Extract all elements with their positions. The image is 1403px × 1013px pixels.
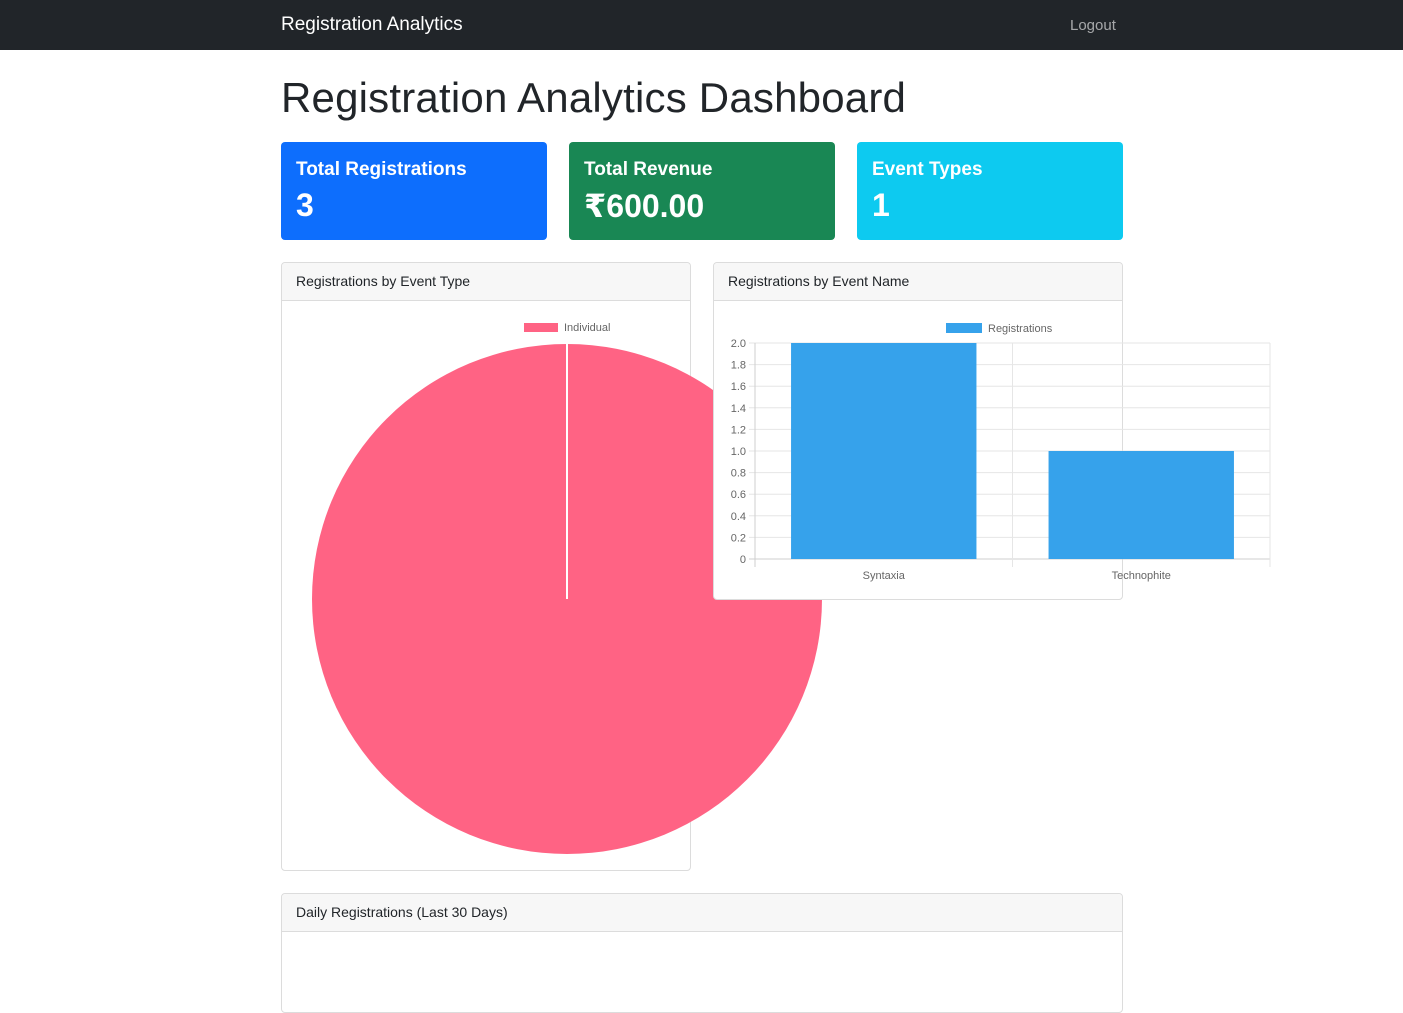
y-tick-label: 1.6 [731,381,746,393]
y-tick-label: 0.4 [731,511,746,523]
x-tick-label: Technophite [1112,570,1171,582]
y-tick-label: 1.0 [731,446,746,458]
bar-legend-swatch[interactable] [946,323,982,333]
y-tick-label: 0.6 [731,489,746,501]
y-tick-label: 0.8 [731,468,746,480]
y-tick-label: 1.8 [731,360,746,372]
y-tick-label: 2.0 [731,338,746,350]
bar[interactable] [1048,451,1234,559]
y-tick-label: 1.2 [731,424,746,436]
y-tick-label: 0 [740,554,746,566]
x-tick-label: Syntaxia [863,570,906,582]
bar-chart: Registrations 0 0.2 0.4 0.6 0.8 1.0 1.2 1.4 1.6 1.… [731,323,1271,582]
bar-legend-label[interactable]: Registrations [988,323,1053,335]
y-tick-label: 0.2 [731,532,746,544]
y-tick-label: 1.4 [731,403,746,415]
bar[interactable] [791,343,977,559]
